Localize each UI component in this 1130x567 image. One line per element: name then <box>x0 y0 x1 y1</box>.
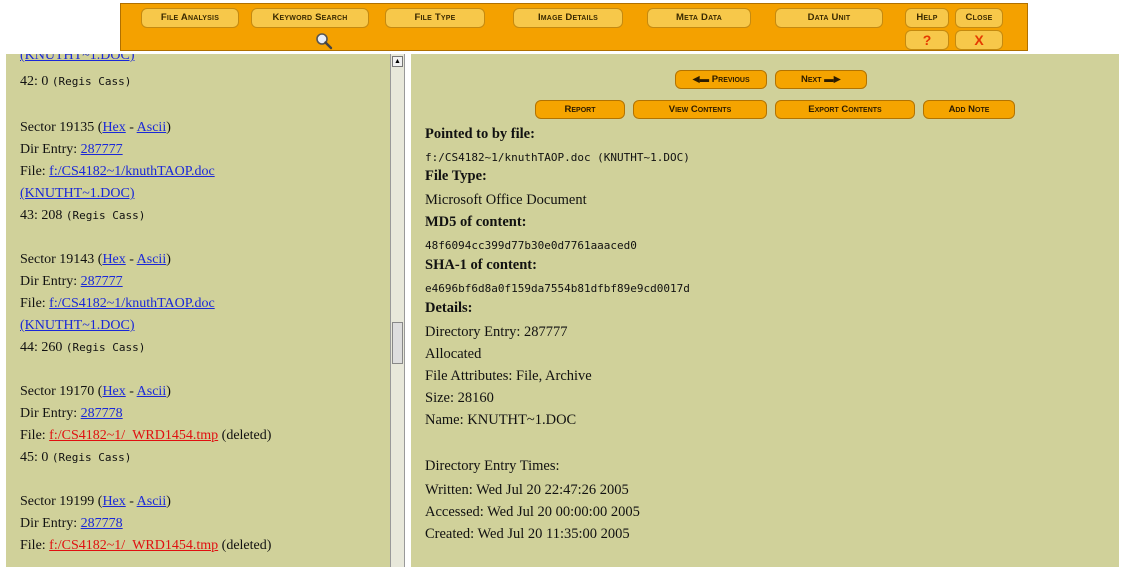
dir-entry-link[interactable]: 287778 <box>81 516 123 531</box>
hex-link[interactable]: Hex <box>102 252 125 267</box>
left-scrollbar[interactable]: ▲ <box>390 54 405 567</box>
accessed-time: Accessed: Wed Jul 20 00:00:00 2005 <box>425 504 640 520</box>
file-line: File: f:/CS4182~1/_WRD1454.tmp (deleted) <box>20 428 272 443</box>
sector-list-pane: (KNUTHT~1.DOC) 42: 0 (Regis Cass) Sector… <box>6 54 390 567</box>
dir-entry-link[interactable]: 287778 <box>81 406 123 421</box>
scroll-up-icon[interactable]: ▲ <box>392 56 403 67</box>
ascii-link[interactable]: Ascii <box>137 252 167 267</box>
file-analysis-button[interactable]: File Analysis <box>141 8 239 28</box>
written-time: Written: Wed Jul 20 22:47:26 2005 <box>425 482 629 498</box>
magnifier-icon[interactable] <box>313 32 335 50</box>
deleted-file-link[interactable]: f:/CS4182~1/_WRD1454.tmp <box>49 538 218 553</box>
times-label: Directory Entry Times: <box>425 458 560 474</box>
ascii-link[interactable]: Ascii <box>137 120 167 135</box>
deleted-file-link[interactable]: f:/CS4182~1/_WRD1454.tmp <box>49 428 218 443</box>
meta-data-button[interactable]: Meta Data <box>647 8 751 28</box>
file-link[interactable]: f:/CS4182~1/knuthTAOP.doc <box>49 296 215 311</box>
file-link-partial[interactable]: (KNUTHT~1.DOC) <box>20 54 135 64</box>
details-label: Details: <box>425 300 473 316</box>
sector-line: Sector 19199 (Hex - Ascii) <box>20 494 171 509</box>
ascii-link[interactable]: Ascii <box>137 494 167 509</box>
file-line: File: f:/CS4182~1/knuthTAOP.doc <box>20 296 215 311</box>
file-size: Size: 28160 <box>425 390 494 406</box>
sha1-label: SHA-1 of content: <box>425 257 537 273</box>
next-button[interactable]: Next ▬▶ <box>775 70 867 89</box>
dir-entry-line: Dir Entry: 287778 <box>20 406 123 421</box>
dir-entry-link[interactable]: 287777 <box>81 274 123 289</box>
sector-line: Sector 19143 (Hex - Ascii) <box>20 252 171 267</box>
file-line: File: f:/CS4182~1/knuthTAOP.doc <box>20 164 215 179</box>
view-contents-button[interactable]: View Contents <box>633 100 767 119</box>
dir-entry-line: Dir Entry: 287778 <box>20 516 123 531</box>
file-type-label: File Type: <box>425 168 487 184</box>
arrow-left-icon: ◀▬ <box>692 74 710 85</box>
sector-line: Sector 19170 (Hex - Ascii) <box>20 384 171 399</box>
image-details-button[interactable]: Image Details <box>513 8 623 28</box>
data-unit-button[interactable]: Data Unit <box>775 8 883 28</box>
sector-count: 45: 0 (Regis Cass) <box>20 450 132 465</box>
close-button[interactable]: Close <box>955 8 1003 28</box>
md5-label: MD5 of content: <box>425 214 527 230</box>
hex-link[interactable]: Hex <box>102 494 125 509</box>
add-note-button[interactable]: Add Note <box>923 100 1015 119</box>
sector-count: 44: 260 (Regis Cass) <box>20 340 146 355</box>
help-button[interactable]: Help <box>905 8 949 28</box>
ascii-link[interactable]: Ascii <box>137 384 167 399</box>
hex-link[interactable]: Hex <box>102 384 125 399</box>
file-short-name-link[interactable]: (KNUTHT~1.DOC) <box>20 186 135 202</box>
directory-entry: Directory Entry: 287777 <box>425 324 568 340</box>
file-details-pane: ◀▬ Previous Next ▬▶ Report View Contents… <box>411 54 1119 567</box>
dir-entry-link[interactable]: 287777 <box>81 142 123 157</box>
close-icon[interactable]: X <box>955 30 1003 50</box>
report-button[interactable]: Report <box>535 100 625 119</box>
pointed-label: Pointed to by file: <box>425 126 535 142</box>
file-line: File: f:/CS4182~1/_WRD1454.tmp (deleted) <box>20 538 272 553</box>
sector-line: Sector 19135 (Hex - Ascii) <box>20 120 171 135</box>
top-toolbar: File Analysis Keyword Search File Type I… <box>120 3 1028 51</box>
help-icon[interactable]: ? <box>905 30 949 50</box>
keyword-search-button[interactable]: Keyword Search <box>251 8 369 28</box>
dir-entry-line: Dir Entry: 287777 <box>20 142 123 157</box>
sha1-value: e4696bf6d8a0f159da7554b81dfbf89e9cd0017d <box>425 282 690 295</box>
dir-entry-line: Dir Entry: 287777 <box>20 274 123 289</box>
file-type-button[interactable]: File Type <box>385 8 485 28</box>
allocation-status: Allocated <box>425 346 482 362</box>
sector-count: 42: 0 (Regis Cass) <box>20 74 132 89</box>
file-attributes: File Attributes: File, Archive <box>425 368 592 384</box>
previous-button[interactable]: ◀▬ Previous <box>675 70 767 89</box>
file-short-name-link[interactable]: (KNUTHT~1.DOC) <box>20 318 135 334</box>
sector-count: 43: 208 (Regis Cass) <box>20 208 146 223</box>
file-type-value: Microsoft Office Document <box>425 192 587 208</box>
pointed-value: f:/CS4182~1/knuthTAOP.doc (KNUTHT~1.DOC) <box>425 151 690 164</box>
file-link[interactable]: f:/CS4182~1/knuthTAOP.doc <box>49 164 215 179</box>
created-time: Created: Wed Jul 20 11:35:00 2005 <box>425 526 630 542</box>
file-name: Name: KNUTHT~1.DOC <box>425 412 577 428</box>
md5-value: 48f6094cc399d77b30e0d7761aaaced0 <box>425 239 637 252</box>
arrow-right-icon: ▬▶ <box>824 74 841 85</box>
scroll-thumb[interactable] <box>392 322 403 364</box>
hex-link[interactable]: Hex <box>102 120 125 135</box>
export-contents-button[interactable]: Export Contents <box>775 100 915 119</box>
